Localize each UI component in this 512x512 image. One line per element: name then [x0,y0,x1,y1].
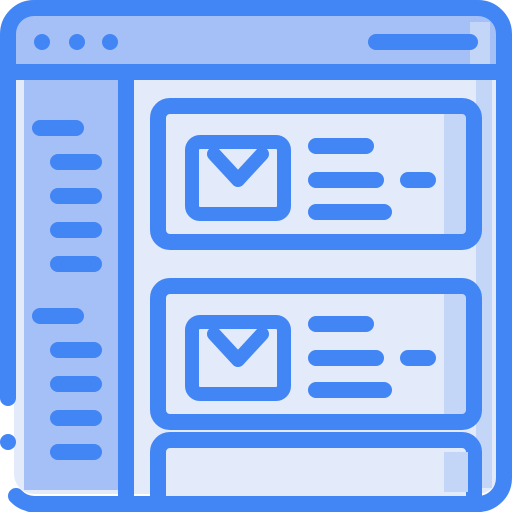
window-dot[interactable] [34,34,50,50]
envelope-icon [185,315,291,401]
window-dot[interactable] [102,34,118,50]
message-card[interactable] [150,278,482,430]
envelope-icon [185,135,291,221]
frame-dot [0,434,16,450]
message-card[interactable] [150,432,482,500]
message-card[interactable] [150,98,482,250]
window-dot[interactable] [69,34,85,50]
email-client-window-icon [0,0,512,512]
